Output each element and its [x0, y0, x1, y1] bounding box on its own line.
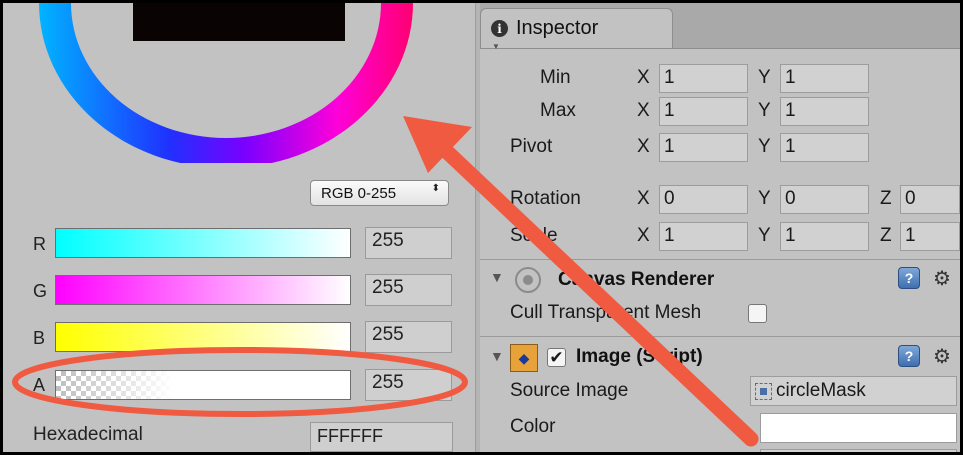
pivot-y-field[interactable]: 1 — [780, 133, 869, 162]
pivot-label: Pivot — [510, 136, 553, 157]
color-label: Color — [510, 416, 556, 437]
hex-label: Hexadecimal — [33, 424, 143, 445]
source-image-label: Source Image — [510, 380, 629, 401]
rotation-z-field[interactable]: 0 — [900, 185, 960, 214]
hex-input[interactable]: FFFFFF — [310, 422, 453, 452]
tab-strip: i Inspector — [480, 3, 960, 49]
channel-slider-b[interactable] — [55, 322, 351, 352]
tab-inspector-label: Inspector — [516, 17, 599, 39]
rotation-x-field[interactable]: 0 — [659, 185, 748, 214]
collapse-caret-icon[interactable]: ▼ — [492, 42, 500, 51]
min-label: Min — [540, 67, 571, 88]
channel-label-g: G — [33, 281, 48, 301]
min-y-axis: Y — [758, 67, 771, 88]
channel-label-a: A — [33, 375, 46, 395]
info-icon: i — [491, 20, 508, 37]
dropdown-arrows-icon: ⬍ — [431, 183, 440, 194]
help-icon[interactable]: ? — [898, 267, 920, 289]
rotation-z-axis: Z — [880, 188, 892, 209]
help-icon[interactable]: ? — [898, 345, 920, 367]
canvas-renderer-icon — [515, 267, 541, 293]
channel-value-g[interactable]: 255 — [365, 274, 452, 306]
inspector-panel: i Inspector ▼ Min X 1 Y 1 Max X 1 Y 1 Pi… — [480, 3, 960, 452]
min-x-axis: X — [637, 67, 650, 88]
section-divider — [480, 336, 960, 337]
max-x-axis: X — [637, 100, 650, 121]
cull-transparent-mesh-checkbox[interactable] — [748, 304, 767, 323]
pivot-x-axis: X — [637, 136, 650, 157]
channel-value-a[interactable]: 255 — [365, 369, 452, 401]
rotation-label: Rotation — [510, 188, 581, 209]
image-title: Image (Script) — [576, 346, 703, 367]
canvas-renderer-title: Canvas Renderer — [558, 269, 715, 290]
rotation-y-field[interactable]: 0 — [780, 185, 869, 214]
source-image-value: circleMask — [776, 380, 866, 401]
channel-value-r[interactable]: 255 — [365, 227, 452, 259]
pivot-y-axis: Y — [758, 136, 771, 157]
rotation-x-axis: X — [637, 188, 650, 209]
channel-slider-a[interactable] — [55, 370, 351, 400]
image-component-icon: ◆ — [510, 344, 538, 372]
cull-transparent-mesh-label: Cull Transparent Mesh — [510, 302, 702, 323]
scale-y-axis: Y — [758, 225, 771, 246]
color-preview-swatch — [133, 3, 345, 41]
sprite-icon — [755, 382, 772, 400]
scale-z-axis: Z — [880, 225, 892, 246]
min-x-field[interactable]: 1 — [659, 64, 748, 93]
scale-z-field[interactable]: 1 — [900, 222, 960, 251]
scale-label: Scale — [510, 225, 558, 246]
color-field[interactable] — [760, 413, 957, 443]
channel-label-r: R — [33, 234, 46, 254]
channel-value-b[interactable]: 255 — [365, 321, 452, 353]
scale-x-field[interactable]: 1 — [659, 222, 748, 251]
settings-icon[interactable]: ⚙ — [933, 266, 951, 291]
scale-y-field[interactable]: 1 — [780, 222, 869, 251]
color-mode-dropdown[interactable]: RGB 0-255 ⬍ — [310, 180, 449, 206]
scale-x-axis: X — [637, 225, 650, 246]
screenshot-frame: RGB 0-255 ⬍ R 255 G 255 B 255 A 255 Hexa… — [3, 3, 960, 452]
channel-slider-g[interactable] — [55, 275, 351, 305]
fold-canvas-renderer-icon[interactable]: ▼ — [490, 269, 504, 285]
color-picker-panel: RGB 0-255 ⬍ R 255 G 255 B 255 A 255 Hexa… — [3, 3, 475, 452]
rotation-y-axis: Y — [758, 188, 771, 209]
tab-inspector[interactable]: i Inspector — [480, 8, 673, 48]
channel-label-b: B — [33, 328, 46, 348]
min-y-field[interactable]: 1 — [780, 64, 869, 93]
image-enabled-checkbox[interactable]: ✔ — [547, 348, 566, 367]
section-divider — [480, 259, 960, 260]
max-y-axis: Y — [758, 100, 771, 121]
fold-image-icon[interactable]: ▼ — [490, 348, 504, 364]
max-x-field[interactable]: 1 — [659, 97, 748, 126]
channel-slider-r[interactable] — [55, 228, 351, 258]
max-label: Max — [540, 100, 576, 121]
next-property-field[interactable] — [760, 449, 957, 452]
source-image-field[interactable]: circleMask — [750, 376, 957, 406]
pivot-x-field[interactable]: 1 — [659, 133, 748, 162]
max-y-field[interactable]: 1 — [780, 97, 869, 126]
color-mode-label: RGB 0-255 — [321, 184, 397, 202]
settings-icon[interactable]: ⚙ — [933, 344, 951, 369]
